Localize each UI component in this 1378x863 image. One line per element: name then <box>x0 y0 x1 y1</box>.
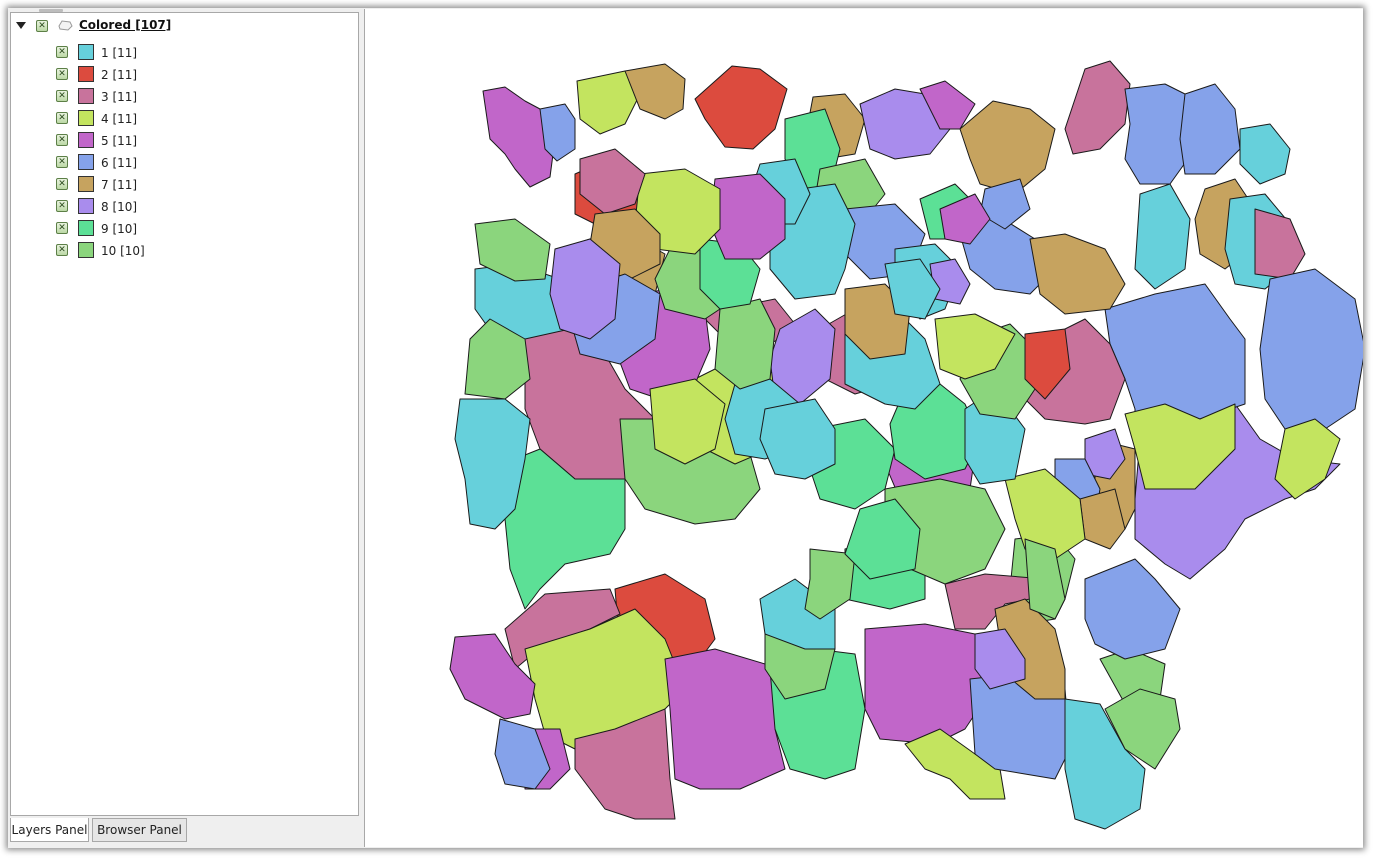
class-color-swatch <box>78 44 94 60</box>
legend-class-row[interactable]: ✕ 8 [10] <box>11 197 358 217</box>
legend-class-row[interactable]: ✕ 6 [11] <box>11 153 358 173</box>
map-polygon <box>1064 60 1131 155</box>
class-visibility-checkbox[interactable]: ✕ <box>56 200 68 212</box>
legend-class-row[interactable]: ✕ 3 [11] <box>11 87 358 107</box>
legend-class-row[interactable]: ✕ 1 [11] <box>11 43 358 63</box>
class-label: 1 [11] <box>101 46 138 60</box>
class-label: 3 [11] <box>101 90 138 104</box>
layers-panel: ✕ Colored [107] ✕ 1 [11] ✕ 2 [11] ✕ 3 [11] ✕ 4 … <box>10 9 359 816</box>
map-polygon <box>694 65 788 150</box>
qgis-main-window: ✕ Colored [107] ✕ 1 [11] ✕ 2 [11] ✕ 3 [11] ✕ 4 … <box>8 8 1363 848</box>
legend-class-row[interactable]: ✕ 2 [11] <box>11 65 358 85</box>
class-visibility-checkbox[interactable]: ✕ <box>56 222 68 234</box>
class-visibility-checkbox[interactable]: ✕ <box>56 134 68 146</box>
map-polygon <box>1254 208 1306 280</box>
class-label: 2 [11] <box>101 68 138 82</box>
class-visibility-checkbox[interactable]: ✕ <box>56 178 68 190</box>
map-polygons <box>449 60 1363 830</box>
class-label: 6 [11] <box>101 156 138 170</box>
map-polygon <box>1029 233 1126 315</box>
tab-layers-panel[interactable]: Layers Panel <box>10 818 89 842</box>
class-color-swatch <box>78 242 94 258</box>
class-visibility-checkbox[interactable]: ✕ <box>56 244 68 256</box>
class-visibility-checkbox[interactable]: ✕ <box>56 112 68 124</box>
legend-class-row[interactable]: ✕ 5 [11] <box>11 131 358 151</box>
map-polygon <box>1179 83 1241 175</box>
map-polygon <box>959 100 1056 195</box>
class-label: 10 [10] <box>101 244 145 258</box>
panel-grip-handle[interactable] <box>39 9 63 12</box>
class-label: 4 [11] <box>101 112 138 126</box>
polygon-layer-icon <box>58 20 73 31</box>
layer-row-colored[interactable]: ✕ Colored [107] <box>11 17 358 35</box>
map-polygon <box>1134 183 1191 290</box>
legend-class-row[interactable]: ✕ 9 [10] <box>11 219 358 239</box>
class-color-swatch <box>78 132 94 148</box>
class-label: 7 [11] <box>101 178 138 192</box>
map-polygon <box>759 398 836 480</box>
tab-browser-panel[interactable]: Browser Panel <box>92 818 187 842</box>
class-label: 5 [11] <box>101 134 138 148</box>
class-color-swatch <box>78 220 94 236</box>
map-polygon <box>624 63 686 120</box>
map-polygon <box>864 623 986 745</box>
class-color-swatch <box>78 154 94 170</box>
map-polygon <box>804 548 856 620</box>
map-canvas[interactable] <box>364 9 1363 847</box>
class-color-swatch <box>78 110 94 126</box>
class-visibility-checkbox[interactable]: ✕ <box>56 68 68 80</box>
class-color-swatch <box>78 198 94 214</box>
layer-visibility-checkbox[interactable]: ✕ <box>36 20 48 32</box>
map-polygon <box>1084 558 1181 660</box>
class-visibility-checkbox[interactable]: ✕ <box>56 90 68 102</box>
map-polygon <box>1259 268 1363 430</box>
class-color-swatch <box>78 88 94 104</box>
legend-class-row[interactable]: ✕ 7 [11] <box>11 175 358 195</box>
class-visibility-checkbox[interactable]: ✕ <box>56 156 68 168</box>
class-color-swatch <box>78 66 94 82</box>
class-color-swatch <box>78 176 94 192</box>
legend-class-row[interactable]: ✕ 4 [11] <box>11 109 358 129</box>
collapse-triangle-icon[interactable] <box>16 22 26 29</box>
class-label: 8 [10] <box>101 200 138 214</box>
class-visibility-checkbox[interactable]: ✕ <box>56 46 68 58</box>
map-polygon <box>1274 418 1341 500</box>
map-polygon <box>714 298 776 390</box>
legend-class-row[interactable]: ✕ 10 [10] <box>11 241 358 261</box>
layer-name-label[interactable]: Colored [107] <box>79 18 171 32</box>
map-polygon <box>1239 123 1291 185</box>
class-label: 9 [10] <box>101 222 138 236</box>
